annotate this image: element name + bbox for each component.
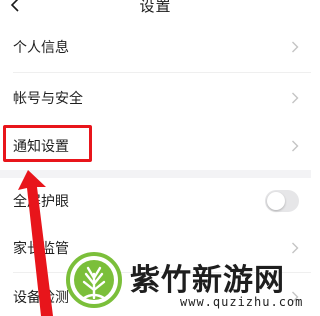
settings-item-personal-info[interactable]: 个人信息 bbox=[0, 22, 311, 72]
toggle-knob bbox=[267, 192, 285, 210]
settings-item-eye-protection: 全屏护眼 bbox=[0, 178, 311, 224]
settings-item-label: 个人信息 bbox=[13, 40, 69, 56]
chevron-right-icon bbox=[292, 291, 299, 303]
settings-item-parental-control[interactable]: 家长监管 bbox=[0, 224, 311, 272]
chevron-right-icon bbox=[292, 92, 299, 104]
chevron-right-icon bbox=[292, 41, 299, 53]
navigation-bar: 设置 bbox=[0, 0, 311, 22]
settings-item-label: 家长监管 bbox=[13, 241, 69, 257]
settings-screen: 设置 个人信息 帐号与安全 通知设置 全屏护眼 家长监管 设备检测 紫竹新游网 … bbox=[0, 0, 311, 316]
settings-item-label: 帐号与安全 bbox=[13, 91, 83, 107]
eye-protection-toggle[interactable] bbox=[265, 190, 299, 212]
settings-item-notifications[interactable]: 通知设置 bbox=[0, 121, 311, 170]
chevron-right-icon bbox=[292, 140, 299, 151]
settings-item-label: 通知设置 bbox=[13, 138, 69, 155]
settings-item-account-security[interactable]: 帐号与安全 bbox=[0, 73, 311, 123]
settings-item-label: 全屏护眼 bbox=[13, 194, 69, 210]
section-separator bbox=[0, 170, 311, 178]
settings-item-label: 设备检测 bbox=[13, 290, 69, 306]
page-title: 设置 bbox=[139, 0, 172, 15]
chevron-right-icon bbox=[292, 242, 299, 254]
settings-item-device-check[interactable]: 设备检测 bbox=[0, 273, 311, 316]
